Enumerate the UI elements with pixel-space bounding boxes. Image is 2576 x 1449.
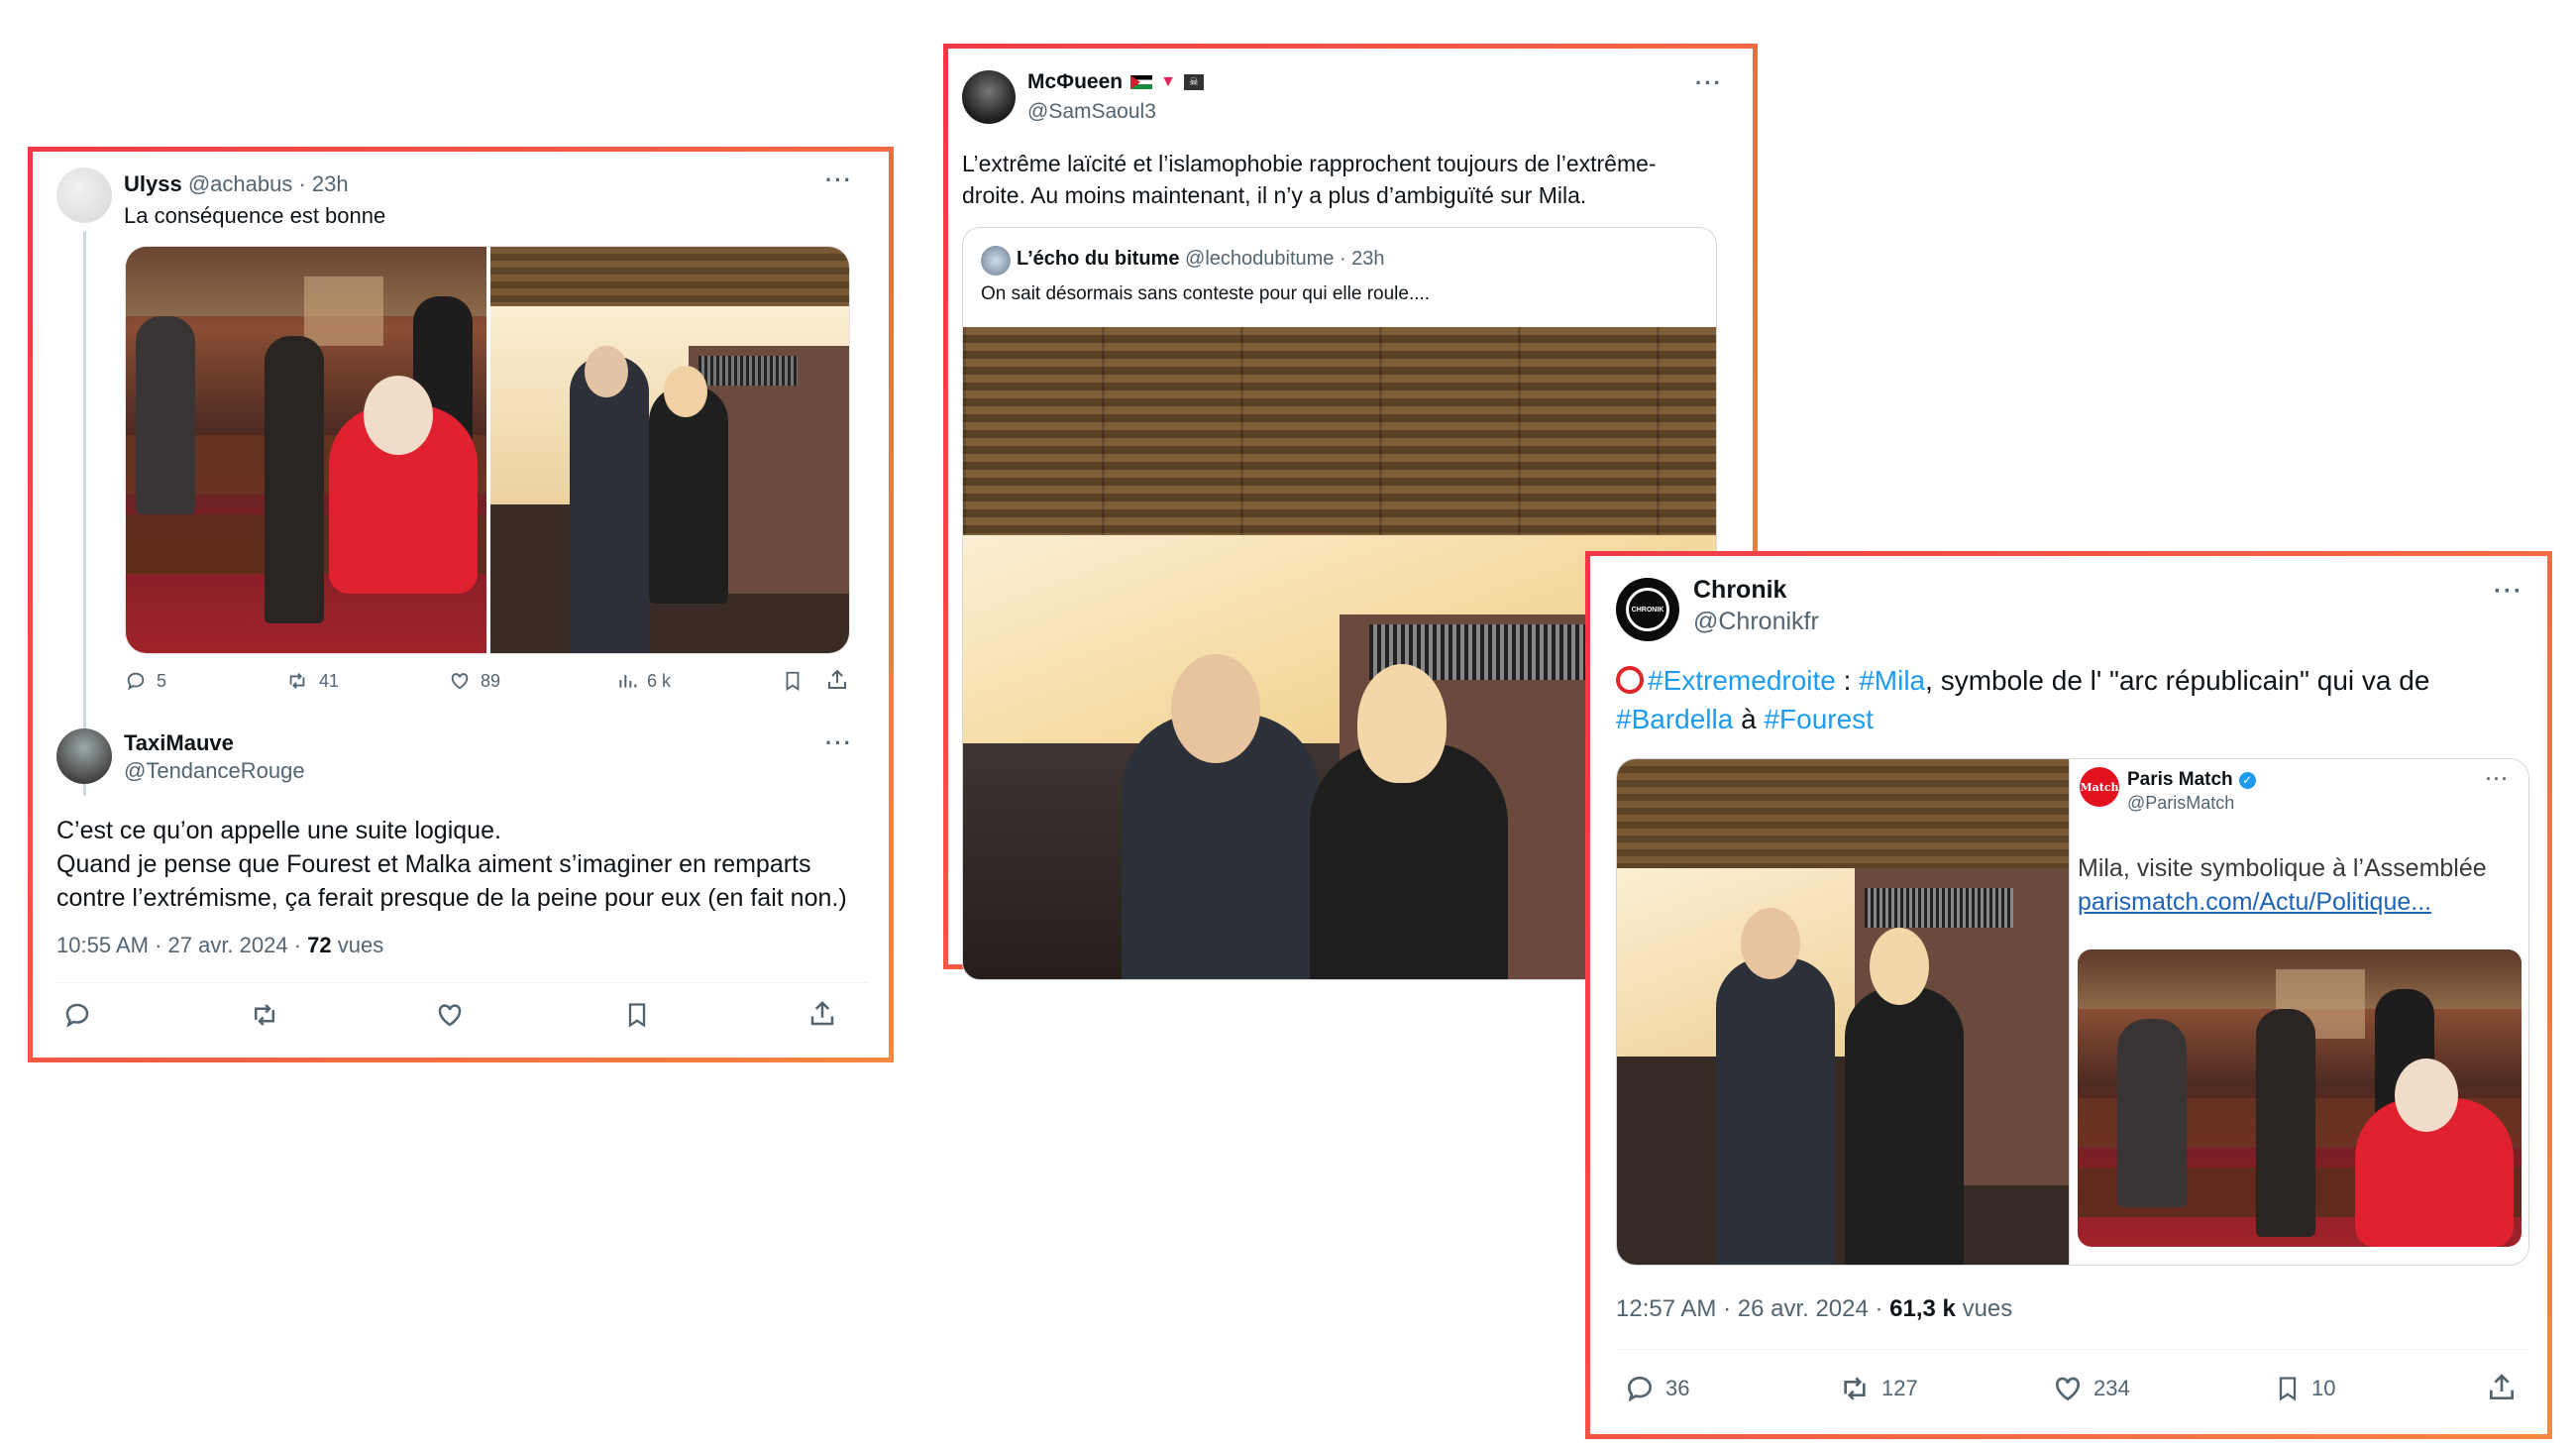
- photo-corridor[interactable]: [490, 247, 849, 653]
- quoted-text: On sait désormais sans conteste pour qui…: [981, 283, 1431, 304]
- heart-icon: [451, 673, 469, 690]
- author-handle[interactable]: @Chronikfr: [1693, 608, 1819, 636]
- tweet-line: droite. Au moins maintenant, il n’y a pl…: [962, 182, 1587, 208]
- avatar-logo-text: CHRONIK: [1631, 606, 1664, 613]
- hashtag-link[interactable]: #Bardella: [1616, 704, 1733, 734]
- tweet-timestamp[interactable]: 10:55 AM · 27 avr. 2024 · 72 vues: [56, 933, 383, 958]
- author-handle[interactable]: @SamSaoul3: [1027, 100, 1156, 124]
- more-options-button[interactable]: ···: [2494, 578, 2523, 606]
- share-icon[interactable]: [2486, 1371, 2518, 1404]
- retweet-icon[interactable]: [249, 1000, 280, 1030]
- bookmark-icon[interactable]: [782, 669, 804, 693]
- reply-icon: [127, 672, 145, 691]
- hashtag-link[interactable]: #Mila: [1859, 665, 1925, 696]
- tweet-line: contre l’extrémisme, ça ferait presque d…: [56, 884, 847, 912]
- more-options-button[interactable]: ···: [2486, 769, 2510, 790]
- bookmark-icon[interactable]: [623, 1000, 651, 1030]
- more-options-button[interactable]: ···: [825, 730, 853, 756]
- tweet-timestamp[interactable]: 12:57 AM · 26 avr. 2024 · 61,3 k vues: [1616, 1295, 2012, 1323]
- more-options-button[interactable]: ···: [825, 167, 853, 193]
- avatar-lechodubitume[interactable]: [981, 246, 1011, 276]
- avatar-taximauve[interactable]: [56, 728, 112, 784]
- thread-line: [83, 231, 86, 796]
- avatar-mcfueen[interactable]: [962, 70, 1016, 124]
- hashtag-link[interactable]: #Extremedroite: [1648, 665, 1836, 696]
- tweet-line: Quand je pense que Fourest et Malka aime…: [56, 850, 811, 878]
- quoted-author-name[interactable]: Paris Match: [2127, 769, 2233, 791]
- quoted-author-handle[interactable]: @ParisMatch: [2127, 793, 2234, 814]
- reply-count: 5: [157, 670, 167, 691]
- tweet-text: L’extrême laïcité et l’islamophobie rapp…: [962, 148, 1657, 211]
- author-handle[interactable]: @TendanceRouge: [124, 758, 305, 784]
- like-button[interactable]: 234: [2052, 1373, 2130, 1404]
- share-icon[interactable]: [825, 668, 849, 692]
- tweet-text: C’est ce qu’on appelle une suite logique…: [56, 814, 847, 915]
- bookmark-count: 10: [2311, 1376, 2336, 1400]
- quoted-author-handle[interactable]: @lechodubitume · 23h: [1185, 248, 1385, 270]
- card-title: Mila, visite symbolique à l’Assemblée: [2078, 854, 2487, 882]
- more-options-button[interactable]: ···: [1695, 70, 1723, 96]
- reply-button[interactable]: 5: [125, 670, 166, 692]
- retweet-count: 127: [1881, 1376, 1918, 1400]
- views-icon: [619, 675, 637, 688]
- reply-count: 36: [1665, 1376, 1690, 1400]
- pirate-flag-icon: ☠: [1183, 74, 1204, 90]
- author-name[interactable]: Chronik: [1693, 576, 1786, 605]
- media-container: Match Paris Match ✓ @ParisMatch ··· Mila…: [1616, 758, 2529, 1266]
- red-circle-icon: [1616, 666, 1644, 694]
- share-icon[interactable]: [807, 998, 837, 1030]
- avatar-ulyss[interactable]: [56, 167, 112, 223]
- article-link[interactable]: parismatch.com/Actu/Politique...: [2078, 888, 2431, 917]
- photo-assembly[interactable]: [126, 247, 486, 653]
- tweet-text: La conséquence est bonne: [124, 203, 386, 228]
- view-count: 61,3 k: [1889, 1295, 1956, 1322]
- retweet-button[interactable]: 41: [285, 670, 339, 692]
- author-name[interactable]: Ulyss: [124, 171, 182, 196]
- author-handle[interactable]: @achabus · 23h: [188, 171, 349, 196]
- view-count: 6 k: [647, 670, 672, 691]
- heart-icon[interactable]: [435, 1000, 465, 1030]
- photo-corridor[interactable]: [1617, 759, 2069, 1265]
- retweet-count: 41: [319, 670, 340, 691]
- tweet-card-right: CHRONIK Chronik @Chronikfr ··· #Extremed…: [1585, 551, 2552, 1439]
- reply-button[interactable]: 36: [1624, 1373, 1689, 1404]
- verified-icon: ✓: [2238, 771, 2256, 789]
- heart-emoji-icon: ▼: [1160, 73, 1176, 90]
- retweet-icon: [289, 673, 305, 689]
- author-name[interactable]: TaxiMauve: [124, 730, 234, 756]
- retweet-button[interactable]: 127: [1838, 1373, 1918, 1404]
- tweet-line: C’est ce qu’on appelle une suite logique…: [56, 817, 501, 844]
- tweet-text: #Extremedroite : #Mila, symbole de l' "a…: [1616, 665, 2430, 734]
- view-count: 72: [307, 933, 332, 957]
- tweet-card-left: Ulyss @achabus · 23h ··· La conséquence …: [28, 147, 894, 1062]
- card-photo-assembly[interactable]: [2078, 949, 2522, 1247]
- parismatch-logo[interactable]: Match: [2080, 767, 2119, 807]
- bookmark-icon: [2279, 1377, 2297, 1401]
- tweet-line: L’extrême laïcité et l’islamophobie rapp…: [962, 151, 1657, 176]
- hashtag-link[interactable]: #Fourest: [1764, 704, 1874, 734]
- like-count: 234: [2093, 1376, 2130, 1400]
- divider: [56, 982, 869, 983]
- divider: [1616, 1349, 2529, 1350]
- reply-icon: [1627, 1376, 1653, 1402]
- author-name[interactable]: McФueen: [1027, 70, 1123, 94]
- views-button[interactable]: 6 k: [617, 670, 671, 692]
- reply-icon[interactable]: [62, 1000, 92, 1030]
- retweet-icon: [1844, 1377, 1866, 1400]
- avatar-chronik[interactable]: CHRONIK: [1616, 578, 1679, 641]
- heart-icon: [2055, 1377, 2081, 1401]
- bookmark-button[interactable]: 10: [2274, 1373, 2335, 1404]
- quoted-tweet-card[interactable]: Match Paris Match ✓ @ParisMatch ··· Mila…: [2069, 759, 2528, 1265]
- media-grid[interactable]: [125, 246, 850, 654]
- quoted-author-name[interactable]: L’écho du bitume: [1017, 248, 1179, 270]
- palestine-flag-icon: [1130, 75, 1153, 89]
- like-button[interactable]: 89: [449, 670, 500, 692]
- like-count: 89: [481, 670, 501, 691]
